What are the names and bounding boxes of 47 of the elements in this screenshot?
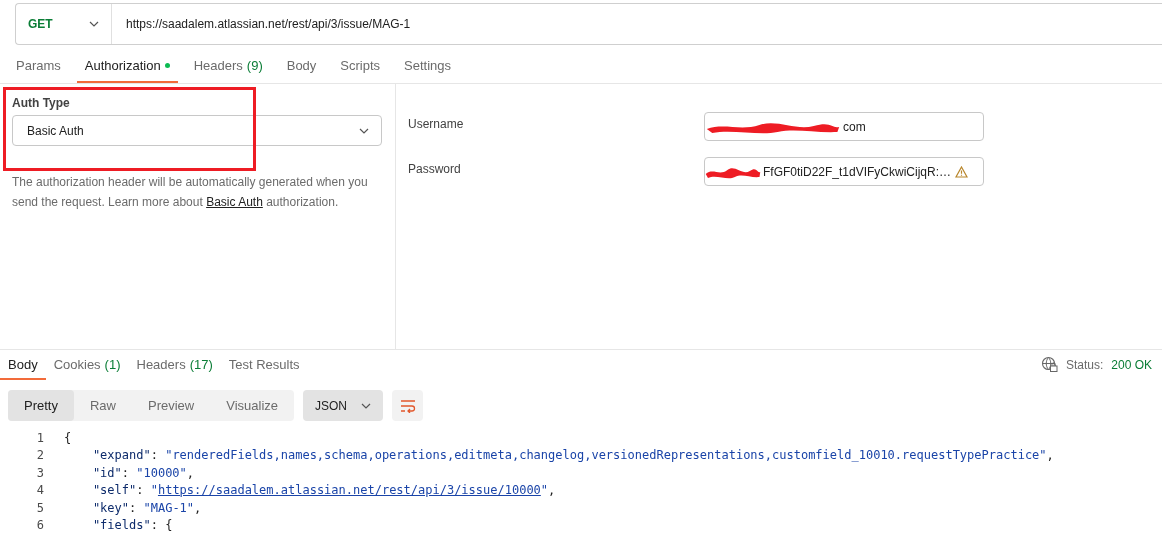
field-label: Username <box>408 116 465 131</box>
line-number: 3 <box>35 465 45 480</box>
line-number: 5 <box>35 500 45 515</box>
input-field[interactable]: FfGF0tiD22F_t1dVIFyCkwiCijqR:… <box>704 157 984 186</box>
tab[interactable]: Authorization <box>76 58 178 83</box>
line-number: 2 <box>35 448 45 463</box>
code-line: "id": "10000", <box>91 465 195 480</box>
auth-type-label: Auth Type <box>12 96 71 110</box>
wrap-lines-button[interactable] <box>392 390 424 421</box>
code-line: "self": "https://saadalem.atlassian.net/rest/api/3/issue/10000", <box>91 483 556 498</box>
tab[interactable]: Params <box>8 58 69 83</box>
tab[interactable]: Headers (17) <box>128 357 221 380</box>
code-line: "expand": "renderedFields,names,schema,operations,editmeta,changelog,versionedRepresentations,customfield_10010.requestTypePractice", <box>91 448 1054 463</box>
url-bar[interactable]: GET https://saadalem.atlassian.net/rest/api/3/issue/MAG-1 <box>15 3 1162 45</box>
basic-auth-link[interactable]: Basic Auth <box>206 195 263 209</box>
format-dropdown[interactable]: JSON <box>303 390 384 421</box>
tab[interactable]: Scripts <box>332 58 389 83</box>
line-number: 6 <box>35 518 45 533</box>
chevron-down-icon <box>359 127 369 134</box>
status-value: 200 OK <box>1111 357 1152 372</box>
tab[interactable]: Headers (9) <box>185 58 271 83</box>
code-line: "key": "MAG-1", <box>91 500 202 515</box>
url-link[interactable]: https://saadalem.atlassian.net/rest/api/3/issue/10000 <box>157 483 541 498</box>
field-label: Password <box>408 161 462 176</box>
status-label: Status: <box>1065 357 1104 372</box>
tab[interactable]: Test Results <box>220 357 308 380</box>
tab[interactable]: Body <box>278 58 325 83</box>
tab[interactable]: Cookies (1) <box>45 357 129 380</box>
auth-type-dropdown[interactable]: Basic Auth <box>12 115 382 146</box>
tab[interactable]: Settings <box>396 58 460 83</box>
view-mode-tab[interactable]: Pretty <box>8 390 74 421</box>
url-text: https://saadalem.atlassian.net/rest/api/3/issue/MAG-1 <box>125 17 411 31</box>
globe-lock-icon[interactable] <box>1040 356 1058 373</box>
input-field[interactable]: com <box>704 112 984 141</box>
wrap-lines-icon <box>398 398 417 413</box>
method-dropdown[interactable]: GET <box>16 4 112 44</box>
code-line: "fields": { <box>91 518 173 533</box>
view-mode-tab[interactable]: Raw <box>73 390 132 421</box>
code-line: { <box>64 430 72 445</box>
view-mode-tab[interactable]: Preview <box>132 390 211 421</box>
view-mode-tab[interactable]: Visualize <box>210 390 295 421</box>
chevron-down-icon <box>361 402 372 409</box>
line-number: 1 <box>35 430 45 445</box>
auth-description: The authorization header will be automatically generated when you send the request. Learn more about Basic Auth authorization. <box>12 174 369 211</box>
line-number: 4 <box>35 483 45 498</box>
chevron-down-icon <box>89 21 99 27</box>
tab[interactable]: Body <box>0 357 46 380</box>
